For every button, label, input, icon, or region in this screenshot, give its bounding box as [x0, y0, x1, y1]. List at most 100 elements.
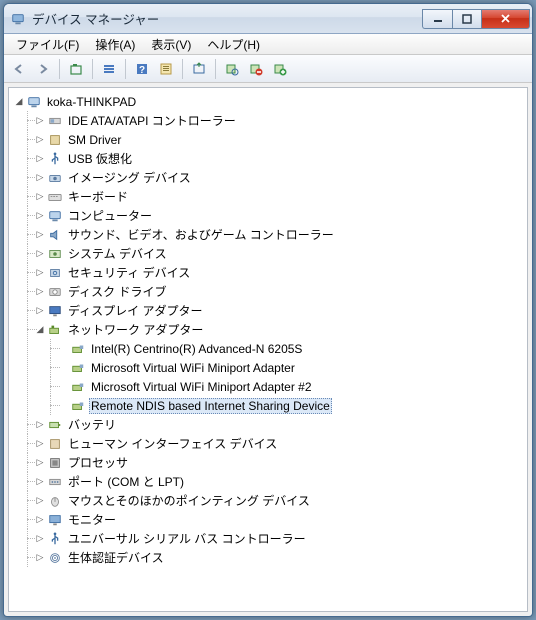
scan-icon[interactable] [221, 58, 243, 80]
menu-action[interactable]: 操作(A) [87, 34, 143, 55]
tree-node[interactable]: ▷ バッテリ [16, 415, 525, 434]
tree-node-label: バッテリ [66, 415, 118, 434]
expand-toggle[interactable]: ▷ [34, 229, 46, 241]
expand-toggle[interactable]: ▷ [34, 248, 46, 260]
tree-node-label: ネットワーク アダプター [66, 320, 205, 339]
netcard-icon [70, 360, 86, 376]
remove-icon[interactable] [245, 58, 267, 80]
tree-root-node[interactable]: ◢koka-THINKPAD [11, 92, 525, 111]
tree-node[interactable]: ▷システム デバイス [16, 244, 525, 263]
tree-node[interactable]: ▷ イメージング デバイス [16, 168, 525, 187]
tree-node-label: SM Driver [66, 132, 123, 148]
tree-node[interactable]: ▷ディスク ドライブ [16, 282, 525, 301]
close-button[interactable] [482, 9, 530, 29]
hid-icon [47, 436, 63, 452]
tree-node-label: イメージング デバイス [66, 168, 193, 187]
tree-view[interactable]: ◢koka-THINKPAD ▷ IDE ATA/ATAPI コントローラー ▷ SM … [8, 87, 528, 612]
maximize-button[interactable] [452, 9, 482, 29]
expand-toggle[interactable]: ▷ [34, 172, 46, 184]
netcard-icon [70, 398, 86, 414]
system-icon [47, 246, 63, 262]
tree-node-label: 生体認証デバイス [66, 548, 166, 567]
mouse-icon [47, 493, 63, 509]
network-icon [47, 322, 63, 338]
netcard-icon [70, 379, 86, 395]
tree-node[interactable]: ▷コンピューター [16, 206, 525, 225]
tree-node-label: サウンド、ビデオ、およびゲーム コントローラー [66, 225, 336, 244]
tree-node[interactable]: ▷ SM Driver [16, 130, 525, 149]
tree-node[interactable]: ▷ 生体認証デバイス [16, 548, 525, 567]
tree-node-label: モニター [66, 510, 118, 529]
properties-icon[interactable] [155, 58, 177, 80]
back-icon[interactable] [8, 58, 30, 80]
expand-toggle[interactable]: ▷ [34, 438, 46, 450]
expand-toggle[interactable]: ▷ [34, 134, 46, 146]
titlebar[interactable]: デバイス マネージャー [4, 4, 532, 34]
tree-node-label: プロセッサ [66, 453, 130, 472]
tree-node[interactable]: ▷ サウンド、ビデオ、およびゲーム コントローラー [16, 225, 525, 244]
tree-node[interactable]: ▷ディスプレイ アダプター [16, 301, 525, 320]
tree-node-label: ヒューマン インターフェイス デバイス [66, 434, 279, 453]
expand-toggle[interactable]: ▷ [34, 533, 46, 545]
expand-toggle[interactable]: ▷ [34, 457, 46, 469]
collapse-toggle[interactable]: ◢ [13, 96, 25, 108]
collapse-toggle[interactable]: ◢ [34, 324, 46, 336]
tree-node[interactable]: ◢ ネットワーク アダプター [16, 320, 525, 339]
display-icon [47, 303, 63, 319]
tree-node[interactable]: ▷ モニター [16, 510, 525, 529]
expand-toggle[interactable]: ▷ [34, 267, 46, 279]
expand-toggle[interactable]: ▷ [34, 286, 46, 298]
tree-node[interactable]: ▷マウスとそのほかのポインティング デバイス [16, 491, 525, 510]
refresh-icon[interactable] [188, 58, 210, 80]
tree-node[interactable]: ▷セキュリティ デバイス [16, 263, 525, 282]
expand-toggle[interactable]: ▷ [34, 552, 46, 564]
tree-node[interactable]: ▷ IDE ATA/ATAPI コントローラー [16, 111, 525, 130]
imaging-icon [47, 170, 63, 186]
expand-toggle[interactable]: ▷ [34, 495, 46, 507]
expand-toggle[interactable]: ▷ [34, 419, 46, 431]
tree-node[interactable]: Microsoft Virtual WiFi Miniport Adapter [21, 358, 525, 377]
tree-node[interactable]: Intel(R) Centrino(R) Advanced-N 6205S [21, 339, 525, 358]
up-container-icon[interactable] [65, 58, 87, 80]
tree-node[interactable]: Microsoft Virtual WiFi Miniport Adapter … [21, 377, 525, 396]
window-title: デバイス マネージャー [32, 9, 422, 28]
tree-node-label: Microsoft Virtual WiFi Miniport Adapter [89, 360, 297, 376]
forward-icon[interactable] [32, 58, 54, 80]
help-icon[interactable]: ? [131, 58, 153, 80]
tree-node[interactable]: ▷キーボード [16, 187, 525, 206]
toolbar-separator [125, 59, 126, 79]
usb-icon [47, 531, 63, 547]
expand-toggle[interactable]: ▷ [34, 115, 46, 127]
tree-node-label: IDE ATA/ATAPI コントローラー [66, 111, 238, 130]
expand-toggle[interactable]: ▷ [34, 305, 46, 317]
expand-toggle[interactable]: ▷ [34, 476, 46, 488]
minimize-button[interactable] [422, 9, 452, 29]
app-icon [10, 11, 26, 27]
toolbar-separator [92, 59, 93, 79]
add-icon[interactable] [269, 58, 291, 80]
list-icon[interactable] [98, 58, 120, 80]
sm-icon [47, 132, 63, 148]
tree-node[interactable]: ▷ ポート (COM と LPT) [16, 472, 525, 491]
expand-toggle[interactable]: ▷ [34, 153, 46, 165]
toolbar-separator [182, 59, 183, 79]
tree-node[interactable]: ▷USB 仮想化 [16, 149, 525, 168]
window-controls [422, 9, 530, 29]
port-icon [47, 474, 63, 490]
menu-help[interactable]: ヘルプ(H) [199, 34, 268, 55]
computer-icon [47, 208, 63, 224]
usb-icon [47, 151, 63, 167]
expand-toggle[interactable]: ▷ [34, 191, 46, 203]
security-icon [47, 265, 63, 281]
tree-node-label: ポート (COM と LPT) [66, 472, 186, 491]
tree-node[interactable]: ▷ プロセッサ [16, 453, 525, 472]
menu-view[interactable]: 表示(V) [143, 34, 199, 55]
tree-node[interactable]: ▷ ユニバーサル シリアル バス コントローラー [16, 529, 525, 548]
tree-node[interactable]: ▷ ヒューマン インターフェイス デバイス [16, 434, 525, 453]
expand-toggle[interactable]: ▷ [34, 514, 46, 526]
tree-node-label: ユニバーサル シリアル バス コントローラー [66, 529, 308, 548]
menu-file[interactable]: ファイル(F) [8, 34, 87, 55]
tree-node[interactable]: Remote NDIS based Internet Sharing Devic… [21, 396, 525, 415]
expand-toggle[interactable]: ▷ [34, 210, 46, 222]
netcard-icon [70, 341, 86, 357]
